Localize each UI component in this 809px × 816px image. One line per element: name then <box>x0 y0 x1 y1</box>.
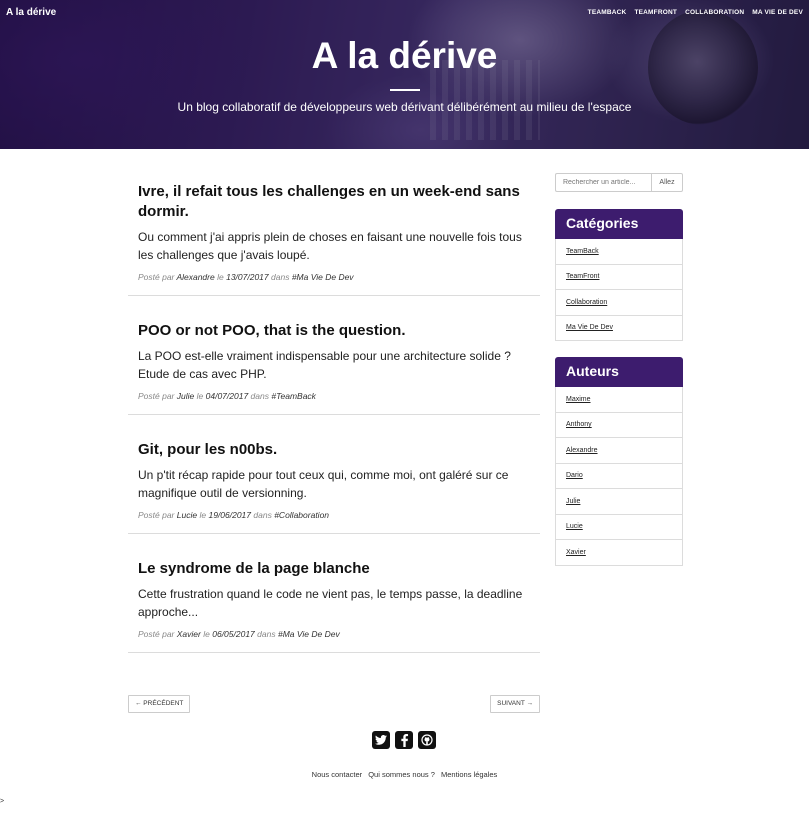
legal-link[interactable]: Mentions légales <box>441 770 497 779</box>
post-tag-link[interactable]: #Ma Vie De Dev <box>278 629 340 639</box>
previous-page-button[interactable]: ← PRÉCÉDENT <box>128 695 191 713</box>
post-date: 06/05/2017 <box>212 629 255 639</box>
footer-links: Nous contacter Qui sommes nous ? Mention… <box>0 770 809 779</box>
category-item-teamback[interactable]: TeamBack <box>555 239 683 265</box>
post-excerpt: Cette frustration quand le code ne vient… <box>138 587 523 619</box>
category-item-ma-vie-de-dev[interactable]: Ma Vie De Dev <box>555 315 683 341</box>
nav-collaboration[interactable]: COLLABORATION <box>685 9 744 16</box>
site-header: A la dérive TEAMBACK TEAMFRONT COLLABORA… <box>0 0 809 149</box>
category-item-teamfront[interactable]: TeamFront <box>555 264 683 290</box>
author-item-maxime[interactable]: Maxime <box>555 387 683 413</box>
brand-link[interactable]: A la dérive <box>6 7 56 18</box>
github-icon[interactable] <box>418 731 436 749</box>
facebook-icon[interactable] <box>395 731 413 749</box>
author-item-lucie[interactable]: Lucie <box>555 514 683 540</box>
post-author-link[interactable]: Alexandre <box>176 272 214 282</box>
title-divider <box>390 89 420 91</box>
post-date: 13/07/2017 <box>226 272 269 282</box>
next-page-button[interactable]: SUIVANT → <box>490 695 540 713</box>
categories-widget: Catégories TeamBack TeamFront Collaborat… <box>555 209 683 341</box>
authors-heading: Auteurs <box>555 357 683 387</box>
nav-teamback[interactable]: TEAMBACK <box>588 9 627 16</box>
author-item-xavier[interactable]: Xavier <box>555 540 683 566</box>
post-preview: Le syndrome de la page blanche Cette fru… <box>128 534 540 653</box>
corner-glyph: > <box>0 798 5 805</box>
author-item-dario[interactable]: Dario <box>555 463 683 489</box>
site-title: A la dérive <box>311 35 498 76</box>
author-item-anthony[interactable]: Anthony <box>555 412 683 438</box>
categories-heading: Catégories <box>555 209 683 239</box>
pagination: ← PRÉCÉDENT SUIVANT → <box>128 695 540 713</box>
author-item-alexandre[interactable]: Alexandre <box>555 438 683 464</box>
post-excerpt: Ou comment j'ai appris plein de choses e… <box>138 230 522 262</box>
search-button[interactable]: Allez <box>651 173 683 192</box>
nav-teamfront[interactable]: TEAMFRONT <box>634 9 677 16</box>
site-subtitle: Un blog collaboratif de développeurs web… <box>177 100 632 114</box>
author-item-julie[interactable]: Julie <box>555 489 683 515</box>
authors-widget: Auteurs Maxime Anthony Alexandre Dario J… <box>555 357 683 566</box>
category-item-collaboration[interactable]: Collaboration <box>555 290 683 316</box>
twitter-icon[interactable] <box>372 731 390 749</box>
post-author-link[interactable]: Lucie <box>177 510 197 520</box>
contact-link[interactable]: Nous contacter <box>312 770 362 779</box>
post-tag-link[interactable]: #TeamBack <box>271 391 316 401</box>
post-preview: Ivre, il refait tous les challenges en u… <box>128 170 540 296</box>
post-list: Ivre, il refait tous les challenges en u… <box>128 170 540 653</box>
post-excerpt: Un p'tit récap rapide pour tout ceux qui… <box>138 468 509 500</box>
search-form: Allez <box>555 173 683 192</box>
post-preview: POO or not POO, that is the question. La… <box>128 296 540 415</box>
post-meta: Posté par Julie le 04/07/2017 dans #Team… <box>138 391 316 401</box>
post-title-link[interactable]: Le syndrome de la page blanche <box>138 559 530 579</box>
post-meta: Posté par Lucie le 19/06/2017 dans #Coll… <box>138 510 330 520</box>
post-date: 19/06/2017 <box>208 510 252 520</box>
post-meta: Posté par Alexandre le 13/07/2017 dans #… <box>138 272 354 282</box>
post-meta: Posté par Xavier le 06/05/2017 dans #Ma … <box>138 629 340 639</box>
post-title-link[interactable]: Git, pour les n00bs. <box>138 440 530 460</box>
about-link[interactable]: Qui sommes nous ? <box>368 770 435 779</box>
post-excerpt: La POO est-elle vraiment indispensable p… <box>138 349 511 381</box>
nav-ma-vie-de-dev[interactable]: MA VIE DE DEV <box>752 9 803 16</box>
post-preview: Git, pour les n00bs. Un p'tit récap rapi… <box>128 415 540 534</box>
post-author-link[interactable]: Xavier <box>177 629 201 639</box>
post-title-link[interactable]: Ivre, il refait tous les challenges en u… <box>138 182 530 222</box>
post-date: 04/07/2017 <box>205 391 249 401</box>
post-title-link[interactable]: POO or not POO, that is the question. <box>138 321 530 341</box>
post-author-link[interactable]: Julie <box>177 391 194 401</box>
post-tag-link[interactable]: #Collaboration <box>274 510 329 520</box>
post-tag-link[interactable]: #Ma Vie De Dev <box>292 272 354 282</box>
social-links <box>372 731 436 749</box>
top-nav: TEAMBACK TEAMFRONT COLLABORATION MA VIE … <box>588 9 803 16</box>
search-input[interactable] <box>555 173 651 192</box>
